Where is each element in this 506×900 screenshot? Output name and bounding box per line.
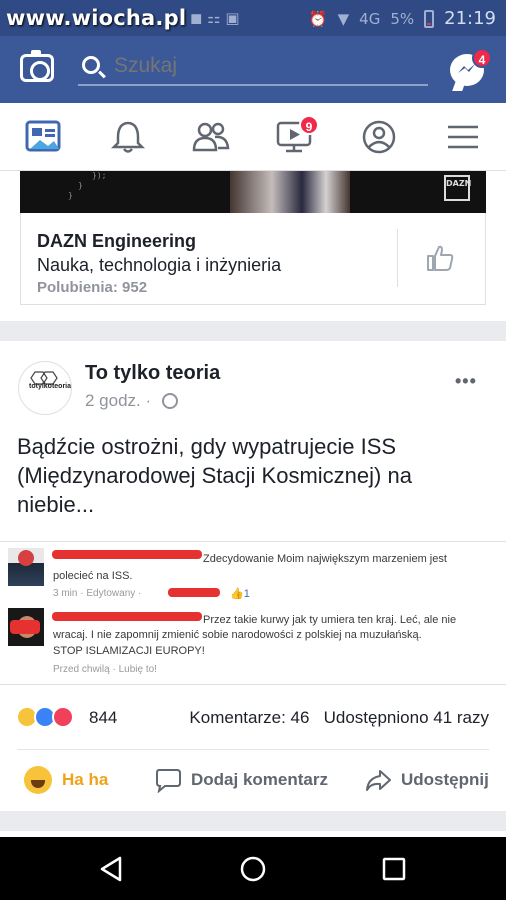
share-label: Udostępnij <box>401 770 489 789</box>
share-count[interactable]: Udostępniono 41 razy <box>324 708 489 727</box>
page-avatar[interactable]: totylkoteoria <box>18 361 72 415</box>
news-feed-icon[interactable] <box>24 119 64 155</box>
status-bar: www.wiocha.pl ◼ ⚏ ▣ ⏰ ▼ 4G 5% 21:19 <box>0 0 506 36</box>
redaction-bar <box>52 612 202 621</box>
menu-icon[interactable] <box>444 119 484 155</box>
comment-label: Dodaj komentarz <box>191 770 328 789</box>
cover-code-text: }); } } <box>68 171 106 201</box>
comment-text: polecieć na ISS. <box>53 570 133 582</box>
redaction-bar <box>168 588 220 597</box>
comment-text: Przez takie kurwy jak ty umiera ten kraj… <box>203 614 457 626</box>
dazn-logo: DAZN <box>444 175 472 201</box>
divider <box>397 229 398 287</box>
comment-icon <box>156 769 181 793</box>
clock: 21:19 <box>444 8 496 29</box>
react-button[interactable]: Ha ha <box>24 764 108 796</box>
avatar-text: totylkoteoria <box>29 383 72 390</box>
code-line: } <box>68 191 73 200</box>
video-badge: 9 <box>299 115 319 135</box>
code-line: }); <box>92 171 107 180</box>
comment-text: Zdecydowanie Moim największym marzeniem … <box>203 553 447 565</box>
comment-count[interactable]: Komentarze: 46 <box>189 708 309 727</box>
comment-like-count: 👍1 <box>230 588 250 600</box>
reaction-count: 844 <box>89 708 118 727</box>
separator: · <box>145 391 152 410</box>
post-author[interactable]: To tylko teoria <box>85 362 220 385</box>
comment-likes: 1 <box>243 588 250 600</box>
search-icon <box>82 56 100 74</box>
comment-text: wracaj. I nie zapomnij zmienić sobie nar… <box>53 629 422 641</box>
redaction-bar <box>52 550 202 559</box>
profile-icon[interactable] <box>359 119 399 155</box>
post-image[interactable]: Zdecydowanie Moim największym marzeniem … <box>0 541 506 685</box>
comment-meta: 3 min · Edytowany · <box>53 588 142 599</box>
watermark: www.wiocha.pl <box>6 6 187 30</box>
nav-bar <box>0 103 506 171</box>
post-text: Bądźcie ostrożni, gdy wypatrujecie ISS (… <box>17 434 412 517</box>
like-page-icon[interactable] <box>425 243 455 273</box>
search-input[interactable] <box>114 54 414 78</box>
code-line: } <box>78 181 83 190</box>
top-bar <box>0 36 506 103</box>
wifi-icon: ▼ <box>337 9 350 28</box>
more-options-icon[interactable]: ••• <box>455 371 477 392</box>
commenter-avatar <box>8 548 44 586</box>
battery-percent: 5% <box>390 9 415 28</box>
page-card-category: Nauka, technologia i inżynieria <box>37 255 282 275</box>
cover-photo-figure <box>230 171 350 213</box>
battery-icon <box>424 9 435 28</box>
love-reaction-icon <box>52 706 74 728</box>
search-bar[interactable] <box>78 52 428 86</box>
share-icon <box>366 770 391 791</box>
messenger-bolt-icon <box>458 64 475 73</box>
public-globe-icon <box>162 393 178 409</box>
network-label: 4G <box>359 9 381 28</box>
comment-button[interactable]: Dodaj komentarz <box>155 764 328 796</box>
notifications-bell-icon[interactable] <box>108 119 148 155</box>
redaction-bar <box>10 620 40 634</box>
page-card-name[interactable]: DAZN Engineering <box>37 231 196 252</box>
divider <box>17 749 489 750</box>
react-label: Ha ha <box>62 770 109 789</box>
android-navigation-bar <box>0 837 506 900</box>
share-button[interactable]: Udostępnij <box>365 764 489 796</box>
recent-apps-icon[interactable] <box>380 855 408 883</box>
dazn-logo-text: DAZN <box>446 179 472 188</box>
status-indicators: ⏰ ▼ 4G 5% 21:19 <box>309 8 496 29</box>
comment-meta: Przed chwilą · Lubię to! <box>53 664 157 675</box>
alarm-icon: ⏰ <box>308 9 328 28</box>
page-cover-image[interactable]: }); } } DAZN <box>20 171 486 213</box>
home-icon[interactable] <box>239 855 267 883</box>
friends-icon[interactable] <box>191 119 231 155</box>
haha-icon <box>24 766 52 794</box>
post-time: 2 godz. <box>85 391 141 410</box>
back-icon[interactable] <box>98 855 126 883</box>
messenger-badge: 4 <box>472 48 492 68</box>
page-card-likes: Polubienia: 952 <box>37 279 148 296</box>
post-timestamp[interactable]: 2 godz. · <box>85 391 151 411</box>
page-card[interactable]: DAZN Engineering Nauka, technologia i in… <box>20 213 486 305</box>
camera-icon[interactable] <box>20 50 54 82</box>
notification-icons: ◼ ⚏ ▣ <box>190 9 240 27</box>
post-stats: Komentarze: 46 Udostępniono 41 razy <box>189 708 489 728</box>
comment-text: STOP ISLAMIZACJI EUROPY! <box>53 645 205 657</box>
